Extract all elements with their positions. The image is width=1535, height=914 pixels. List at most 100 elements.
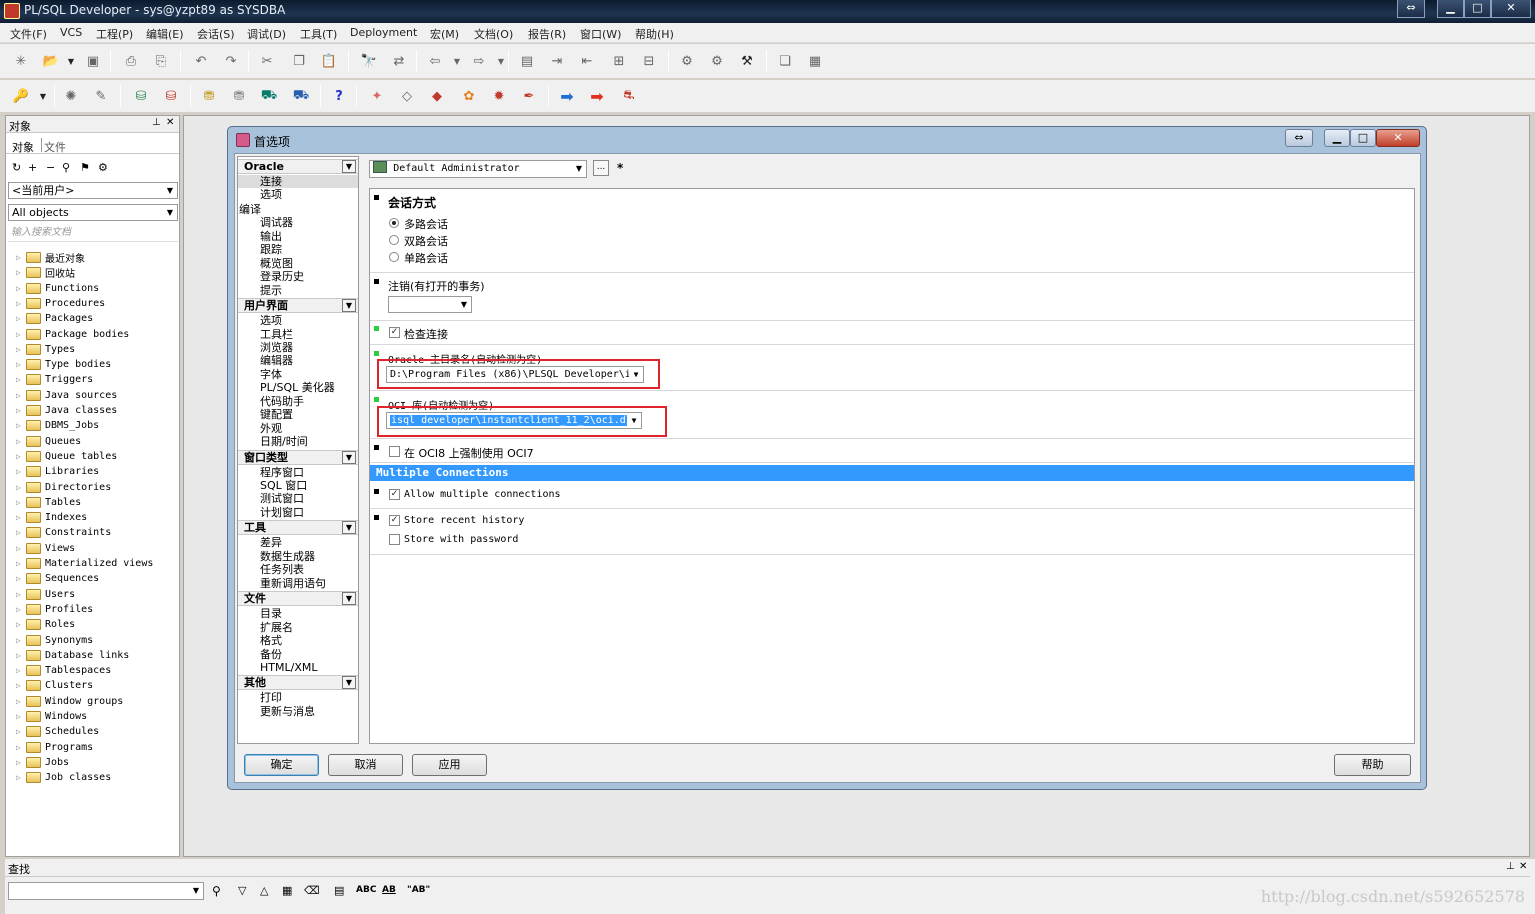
tools-icon[interactable]: ✒ bbox=[520, 87, 538, 105]
tile-icon[interactable]: ▦ bbox=[806, 52, 824, 70]
back-dropdown-icon[interactable]: ▼ bbox=[448, 52, 466, 70]
whole-word-icon[interactable]: AB bbox=[382, 885, 396, 895]
remove-icon[interactable]: − bbox=[46, 161, 55, 174]
expand-icon[interactable]: ▷ bbox=[16, 590, 26, 599]
tree-item[interactable]: ▷ Libraries bbox=[16, 464, 99, 479]
tree-item[interactable]: ▷ Window groups bbox=[16, 694, 123, 709]
menu-item[interactable]: 编辑(E) bbox=[146, 26, 184, 42]
help-button[interactable]: 帮助 bbox=[1334, 754, 1411, 776]
tree-item[interactable]: ▷ Sequences bbox=[16, 571, 99, 586]
panel-close-icon[interactable]: ✕ bbox=[166, 117, 174, 128]
expand-icon[interactable]: ▷ bbox=[16, 773, 26, 782]
tree-item[interactable]: ▷ Tablespaces bbox=[16, 663, 111, 678]
expand-icon[interactable]: ▷ bbox=[16, 544, 26, 553]
category-item[interactable]: 备份 bbox=[260, 648, 282, 661]
arrow-right-red-icon[interactable]: ➡ bbox=[588, 87, 606, 106]
expand-icon[interactable]: ▷ bbox=[16, 513, 26, 522]
tree-item[interactable]: ▷ Java classes bbox=[16, 403, 117, 418]
eraser-icon[interactable]: ⌫ bbox=[304, 884, 320, 897]
quoted-icon[interactable]: "AB" bbox=[407, 885, 430, 895]
navigate-forward-icon[interactable]: ⇨ bbox=[470, 52, 488, 70]
cascade-icon[interactable]: ❏ bbox=[776, 52, 794, 70]
navigate-back-icon[interactable]: ⇦ bbox=[426, 52, 444, 70]
category-item[interactable]: 格式 bbox=[260, 634, 282, 647]
tree-item[interactable]: ▷ Programs bbox=[16, 740, 93, 755]
tree-item[interactable]: ▷ Job classes bbox=[16, 770, 111, 785]
expand-icon[interactable]: ▷ bbox=[16, 636, 26, 645]
print-preview-icon[interactable]: ⎘ bbox=[152, 52, 170, 70]
refresh-icon[interactable]: ↻ bbox=[12, 161, 21, 174]
category-item[interactable]: 调试器 bbox=[260, 216, 293, 229]
open-icon[interactable]: 📂 bbox=[42, 52, 60, 70]
tree-item[interactable]: ▷ Constraints bbox=[16, 525, 111, 540]
panel-close-icon[interactable]: ✕ bbox=[1519, 861, 1527, 872]
filter-icon[interactable]: ⚑ bbox=[80, 161, 90, 174]
tree-item[interactable]: ▷ Type bodies bbox=[16, 357, 111, 372]
options-icon[interactable]: ▤ bbox=[334, 884, 344, 897]
commit-icon[interactable]: ⛁ bbox=[132, 87, 150, 105]
category-header[interactable]: 窗口类型 ▼ bbox=[238, 449, 358, 465]
report-window-icon[interactable]: ⛟ bbox=[292, 87, 310, 105]
category-item[interactable]: PL/SQL 美化器 bbox=[260, 381, 335, 394]
category-item[interactable]: 浏览器 bbox=[260, 341, 293, 354]
expand-icon[interactable]: ▷ bbox=[16, 360, 26, 369]
tree-item[interactable]: ▷ Synonyms bbox=[16, 633, 93, 648]
radio-multi-session[interactable] bbox=[389, 218, 399, 228]
compile-icon[interactable]: ⚙ bbox=[678, 52, 696, 70]
expand-icon[interactable]: ▷ bbox=[16, 712, 26, 721]
expand-icon[interactable]: ▷ bbox=[16, 559, 26, 568]
category-item[interactable]: 日期/时间 bbox=[260, 435, 308, 448]
expand-icon[interactable]: ▷ bbox=[16, 452, 26, 461]
tree-item[interactable]: ▷ Directories bbox=[16, 480, 111, 495]
add-icon[interactable]: + bbox=[28, 161, 37, 174]
category-item[interactable]: 扩展名 bbox=[260, 621, 293, 634]
compile-all-icon[interactable]: ⚙ bbox=[708, 52, 726, 70]
tab-files[interactable]: 文件 bbox=[44, 139, 66, 155]
expand-icon[interactable]: ▷ bbox=[16, 528, 26, 537]
menu-item[interactable]: 文档(O) bbox=[474, 26, 513, 42]
cancel-button[interactable]: 取消 bbox=[328, 754, 403, 776]
category-item[interactable]: 代码助手 bbox=[260, 395, 304, 408]
settings-icon[interactable]: ⚙ bbox=[98, 161, 108, 174]
category-item[interactable]: 程序窗口 bbox=[260, 466, 304, 479]
tree-item[interactable]: ▷ Roles bbox=[16, 617, 75, 632]
command-window-icon[interactable]: ⛟ bbox=[260, 87, 278, 105]
menu-item[interactable]: 工具(T) bbox=[300, 26, 337, 42]
tree-item[interactable]: ▷ Jobs bbox=[16, 755, 69, 770]
category-group-label[interactable]: 编译 bbox=[239, 203, 261, 216]
category-item[interactable]: 连接 bbox=[238, 175, 358, 188]
menu-item[interactable]: 宏(M) bbox=[430, 26, 459, 42]
logoff-combo[interactable]: ▼ bbox=[388, 296, 472, 313]
category-item[interactable]: 差异 bbox=[260, 536, 282, 549]
category-item[interactable]: 工具栏 bbox=[260, 328, 293, 341]
find-next-icon[interactable]: ▽ bbox=[238, 884, 246, 897]
indent-icon[interactable]: ⇥ bbox=[548, 52, 566, 70]
profile-browse-button[interactable]: ... bbox=[593, 160, 609, 176]
allow-multiple-checkbox[interactable]: ✓ bbox=[389, 489, 400, 500]
expand-icon[interactable]: ▷ bbox=[16, 268, 26, 277]
eraser-icon[interactable]: ◇ bbox=[398, 87, 416, 105]
category-item[interactable]: 编辑器 bbox=[260, 354, 293, 367]
disconnect-icon[interactable]: ⛐ bbox=[620, 87, 638, 105]
category-item[interactable]: 输出 bbox=[260, 230, 282, 243]
paste-icon[interactable]: 📋 bbox=[320, 52, 338, 70]
category-item[interactable]: 重新调用语句 bbox=[260, 577, 326, 590]
category-item[interactable]: 更新与消息 bbox=[260, 705, 315, 718]
replace-icon[interactable]: ⇄ bbox=[390, 52, 408, 70]
category-item[interactable]: 选项 bbox=[260, 188, 282, 201]
tree-item[interactable]: ▷ DBMS_Jobs bbox=[16, 418, 99, 433]
menu-item[interactable]: 报告(R) bbox=[528, 26, 566, 42]
document-icon[interactable]: ▤ bbox=[518, 52, 536, 70]
tree-item[interactable]: ▷ Java sources bbox=[16, 388, 117, 403]
tree-item[interactable]: ▷ Materialized views bbox=[16, 556, 153, 571]
tab-objects[interactable]: 对象 bbox=[12, 139, 34, 155]
logon-dropdown-icon[interactable]: ▼ bbox=[34, 87, 52, 105]
category-header[interactable]: 用户界面 ▼ bbox=[238, 298, 358, 314]
store-recent-checkbox[interactable]: ✓ bbox=[389, 515, 400, 526]
collapse-chevron-icon[interactable]: ▼ bbox=[342, 592, 356, 606]
expand-icon[interactable]: ▷ bbox=[16, 314, 26, 323]
expand-icon[interactable]: ▷ bbox=[16, 743, 26, 752]
category-item[interactable]: 跟踪 bbox=[260, 243, 282, 256]
expand-icon[interactable]: ▷ bbox=[16, 605, 26, 614]
expand-icon[interactable]: ▷ bbox=[16, 406, 26, 415]
